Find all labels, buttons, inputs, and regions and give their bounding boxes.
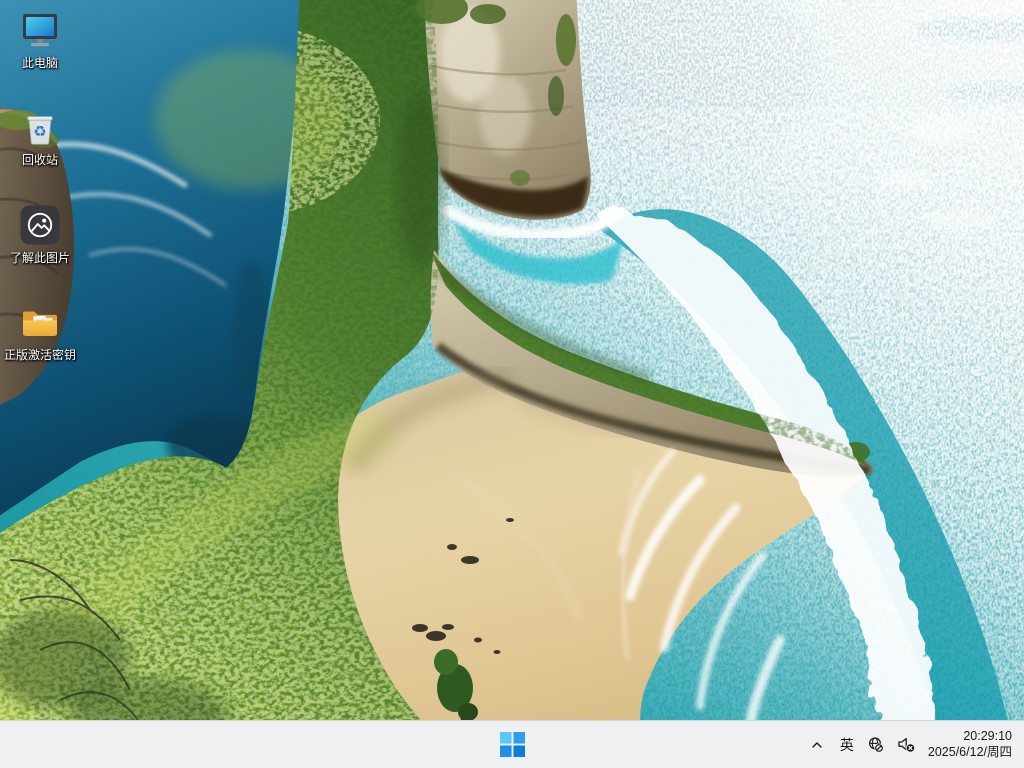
clock-time: 20:29:10 (963, 729, 1012, 743)
start-button[interactable] (491, 724, 533, 766)
tray-show-hidden-icons-button[interactable] (802, 725, 832, 765)
desktop-icon-label: 回收站 (21, 153, 58, 167)
desktop-icon-activation-key-folder[interactable]: 正版激活密钥 (1, 300, 79, 362)
desktop[interactable]: 此电脑 ♻ 回收站 了解此图片 正版激活密钥 英 20:29:10 2025/6… (0, 0, 1024, 768)
photo-info-icon (20, 205, 60, 245)
folder-icon (23, 311, 57, 336)
windows-logo-icon (499, 732, 525, 757)
chevron-up-icon (812, 741, 822, 748)
volume-muted-icon (898, 737, 915, 753)
globe-no-internet-icon (869, 737, 885, 753)
desktop-icon-learn-about-picture[interactable]: 了解此图片 (1, 203, 79, 265)
system-tray: 英 20:29:10 2025/6/12/周四 (802, 721, 1024, 768)
taskbar-clock[interactable]: 20:29:10 2025/6/12/周四 (922, 725, 1020, 765)
desktop-icon-label: 此电脑 (21, 56, 58, 70)
desktop-icon-label: 了解此图片 (9, 251, 70, 265)
network-button[interactable] (862, 725, 890, 765)
desktop-icon-recycle-bin[interactable]: ♻ 回收站 (1, 105, 79, 167)
desktop-icon-this-pc[interactable]: 此电脑 (1, 8, 79, 70)
ime-language-indicator[interactable]: 英 (832, 725, 862, 765)
taskbar: 英 20:29:10 2025/6/12/周四 (0, 720, 1024, 768)
this-pc-icon (23, 14, 57, 47)
recycle-bin-icon: ♻ (27, 116, 53, 145)
volume-button[interactable] (890, 725, 922, 765)
clock-date: 2025/6/12/周四 (927, 744, 1012, 759)
svg-text:♻: ♻ (33, 123, 46, 141)
wallpaper-kelingking-beach-image (0, 0, 1024, 768)
desktop-icon-label: 正版激活密钥 (3, 348, 76, 362)
